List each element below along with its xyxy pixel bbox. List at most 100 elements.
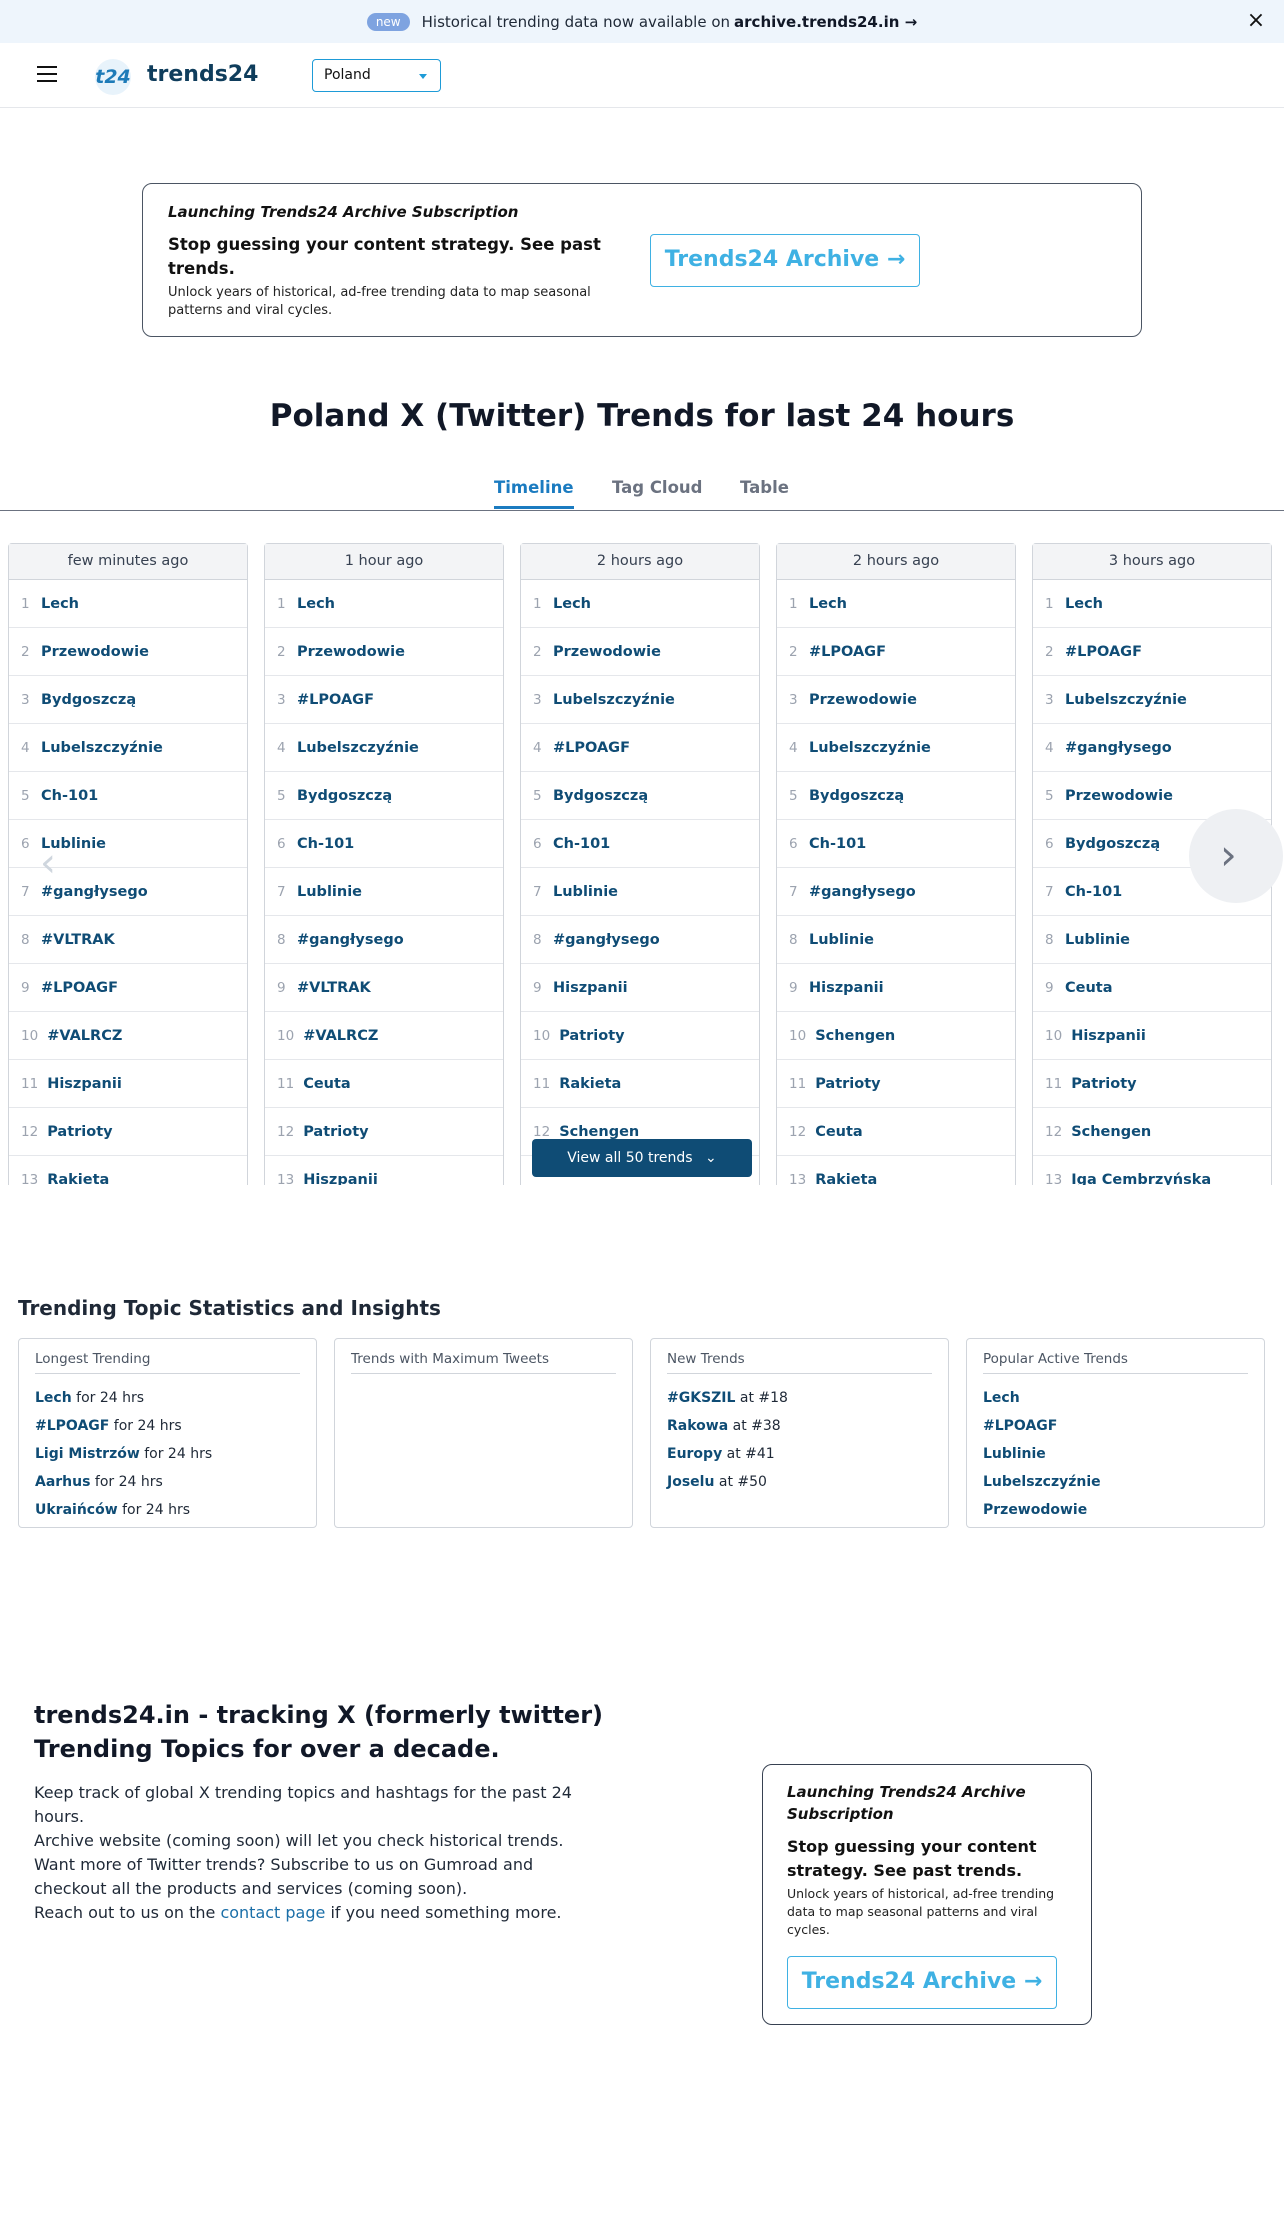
trend-row[interactable]: 11 Ceuta: [265, 1060, 503, 1108]
trend-name[interactable]: #LPOAGF: [41, 980, 118, 996]
trend-name[interactable]: Hiszpanii: [47, 1076, 122, 1092]
trend-name[interactable]: Ceuta: [303, 1076, 351, 1092]
trend-row[interactable]: 8 #VLTRAK: [9, 916, 247, 964]
trend-row[interactable]: 9 Hiszpanii: [777, 964, 1015, 1012]
trend-name[interactable]: Patrioty: [559, 1028, 624, 1044]
trend-name[interactable]: Ceuta: [1065, 980, 1113, 996]
trend-row[interactable]: 3 Lubelszczyźnie: [1033, 676, 1271, 724]
trend-name[interactable]: #VALRCZ: [47, 1028, 122, 1044]
stat-trend-link[interactable]: #LPOAGF: [35, 1418, 109, 1434]
stat-trend-link[interactable]: Ligi Mistrzów: [35, 1446, 140, 1462]
trend-name[interactable]: Rakieta: [815, 1172, 877, 1186]
trend-row[interactable]: 12 Schengen: [1033, 1108, 1271, 1156]
trend-row[interactable]: 3 #LPOAGF: [265, 676, 503, 724]
tab-timeline[interactable]: Timeline: [494, 478, 574, 509]
trend-row[interactable]: 5 Bydgoszczą: [265, 772, 503, 820]
trend-row[interactable]: 6 Ch-101: [265, 820, 503, 868]
trend-name[interactable]: #VLTRAK: [41, 932, 115, 948]
trend-name[interactable]: #LPOAGF: [809, 644, 886, 660]
close-icon[interactable]: ×: [1244, 9, 1268, 33]
trend-row[interactable]: 7 Lublinie: [521, 868, 759, 916]
trend-row[interactable]: 8 Lublinie: [1033, 916, 1271, 964]
stat-trend-link[interactable]: Lublinie: [983, 1446, 1046, 1462]
trend-name[interactable]: #gangłysego: [297, 932, 404, 948]
trend-name[interactable]: Ch-101: [297, 836, 354, 852]
trend-name[interactable]: Bydgoszczą: [809, 788, 904, 804]
trend-name[interactable]: Schengen: [1071, 1124, 1151, 1140]
trend-name[interactable]: Ch-101: [553, 836, 610, 852]
trend-name[interactable]: Ch-101: [809, 836, 866, 852]
logo-icon[interactable]: t24: [95, 59, 131, 95]
country-select[interactable]: Poland: [312, 59, 441, 92]
trend-row[interactable]: 7 Lublinie: [265, 868, 503, 916]
trend-row[interactable]: 1 Lech: [265, 580, 503, 628]
trend-name[interactable]: Patrioty: [1071, 1076, 1136, 1092]
hamburger-icon[interactable]: [37, 66, 57, 82]
trend-name[interactable]: Lublinie: [297, 884, 362, 900]
trend-row[interactable]: 5 Bydgoszczą: [777, 772, 1015, 820]
trend-name[interactable]: Bydgoszczą: [1065, 836, 1160, 852]
trend-row[interactable]: 7 #gangłysego: [777, 868, 1015, 916]
trend-row[interactable]: 10 Patrioty: [521, 1012, 759, 1060]
trend-row[interactable]: 1 Lech: [1033, 580, 1271, 628]
trend-row[interactable]: 10 #VALRCZ: [265, 1012, 503, 1060]
trend-row[interactable]: 9 Ceuta: [1033, 964, 1271, 1012]
stat-trend-link[interactable]: #GKSZIL: [667, 1390, 735, 1406]
trend-row[interactable]: 4 Lubelszczyźnie: [9, 724, 247, 772]
trend-name[interactable]: Patrioty: [303, 1124, 368, 1140]
trend-row[interactable]: 2 Przewodowie: [521, 628, 759, 676]
tab-tag-cloud[interactable]: Tag Cloud: [612, 478, 702, 506]
trend-row[interactable]: 13 Rakieta: [777, 1156, 1015, 1186]
trend-row[interactable]: 11 Rakieta: [521, 1060, 759, 1108]
stat-trend-link[interactable]: Lubelszczyźnie: [983, 1474, 1101, 1490]
trend-name[interactable]: Ch-101: [1065, 884, 1122, 900]
archive-button[interactable]: Trends24 Archive →: [787, 1956, 1057, 2009]
stat-trend-link[interactable]: Przewodowie: [983, 1502, 1087, 1518]
trend-row[interactable]: 4 #LPOAGF: [521, 724, 759, 772]
trend-name[interactable]: Schengen: [815, 1028, 895, 1044]
trend-row[interactable]: 6 Ch-101: [521, 820, 759, 868]
trend-name[interactable]: Hiszpanii: [1071, 1028, 1146, 1044]
trend-name[interactable]: #gangłysego: [1065, 740, 1172, 756]
trend-name[interactable]: Lubelszczyźnie: [553, 692, 675, 708]
trend-row[interactable]: 9 #LPOAGF: [9, 964, 247, 1012]
trend-row[interactable]: 2 #LPOAGF: [777, 628, 1015, 676]
trend-name[interactable]: Przewodowie: [553, 644, 661, 660]
trend-row[interactable]: 4 #gangłysego: [1033, 724, 1271, 772]
trend-name[interactable]: Lubelszczyźnie: [1065, 692, 1187, 708]
trend-name[interactable]: #LPOAGF: [297, 692, 374, 708]
stat-trend-link[interactable]: #LPOAGF: [983, 1418, 1057, 1434]
trend-row[interactable]: 9 Hiszpanii: [521, 964, 759, 1012]
trend-name[interactable]: Rakieta: [559, 1076, 621, 1092]
trend-name[interactable]: #gangłysego: [809, 884, 916, 900]
trend-name[interactable]: Iga Cembrzyńska: [1071, 1172, 1211, 1186]
trend-name[interactable]: Patrioty: [47, 1124, 112, 1140]
trend-row[interactable]: 3 Lubelszczyźnie: [521, 676, 759, 724]
stat-trend-link[interactable]: Europy: [667, 1446, 722, 1462]
trend-row[interactable]: 10 Hiszpanii: [1033, 1012, 1271, 1060]
tab-table[interactable]: Table: [740, 478, 789, 506]
trend-row[interactable]: 8 #gangłysego: [265, 916, 503, 964]
trend-row[interactable]: 2 Przewodowie: [265, 628, 503, 676]
trend-name[interactable]: Lech: [297, 596, 335, 612]
stat-trend-link[interactable]: Aarhus: [35, 1474, 90, 1490]
trend-name[interactable]: Lech: [1065, 596, 1103, 612]
trend-name[interactable]: Lubelszczyźnie: [41, 740, 163, 756]
stat-trend-link[interactable]: Lech: [983, 1390, 1020, 1406]
trend-row[interactable]: 11 Hiszpanii: [9, 1060, 247, 1108]
stat-trend-link[interactable]: Rakowa: [667, 1418, 728, 1434]
trend-row[interactable]: 4 Lubelszczyźnie: [777, 724, 1015, 772]
trend-row[interactable]: 1 Lech: [521, 580, 759, 628]
trend-name[interactable]: Lech: [41, 596, 79, 612]
trend-name[interactable]: #VALRCZ: [303, 1028, 378, 1044]
trend-name[interactable]: #VLTRAK: [297, 980, 371, 996]
trend-name[interactable]: Hiszpanii: [809, 980, 884, 996]
trend-name[interactable]: #LPOAGF: [553, 740, 630, 756]
view-all-trends-button[interactable]: View all 50 trends ⌄: [532, 1139, 752, 1177]
trend-row[interactable]: 6 Ch-101: [777, 820, 1015, 868]
trend-row[interactable]: 11 Patrioty: [1033, 1060, 1271, 1108]
contact-link[interactable]: contact page: [220, 1903, 325, 1922]
trend-name[interactable]: Bydgoszczą: [553, 788, 648, 804]
trend-name[interactable]: Przewodowie: [809, 692, 917, 708]
chevron-left-icon[interactable]: ‹: [28, 843, 68, 883]
